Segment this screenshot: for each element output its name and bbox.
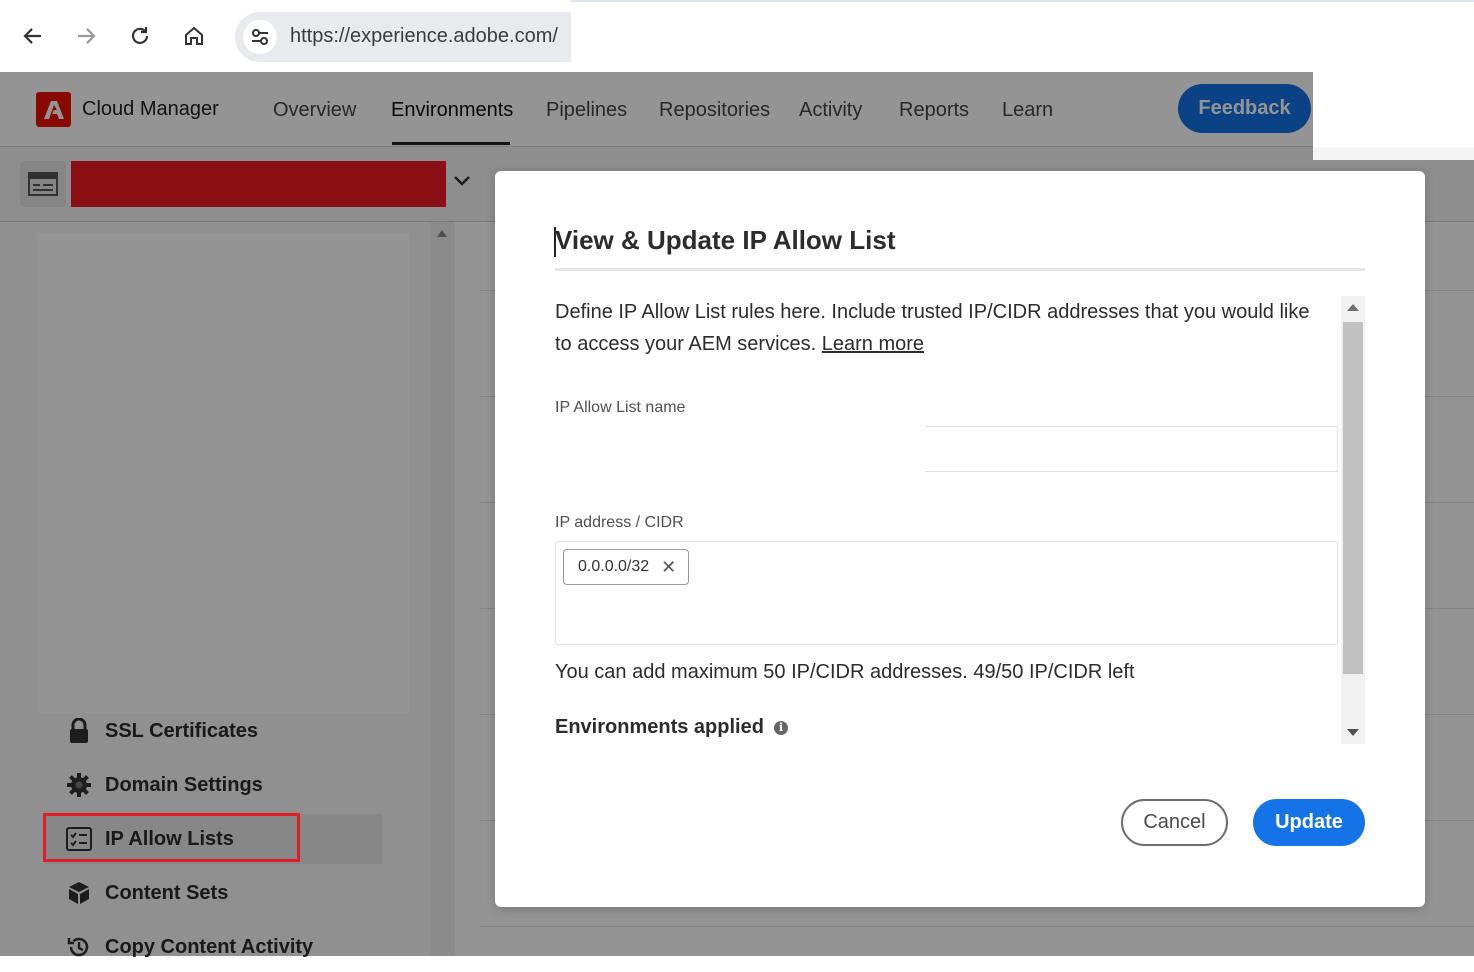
tune-icon bbox=[252, 29, 268, 45]
history-icon bbox=[65, 933, 93, 961]
nav-pipelines[interactable]: Pipelines bbox=[546, 99, 627, 122]
scrollbar-thumb[interactable] bbox=[1343, 322, 1363, 674]
nav-environments[interactable]: Environments bbox=[391, 99, 513, 122]
home-button[interactable] bbox=[178, 20, 210, 52]
sidebar-item-ssl-certificates[interactable]: SSL Certificates bbox=[45, 706, 258, 756]
ip-tag: 0.0.0.0/32 ✕ bbox=[563, 549, 690, 585]
site-info-button[interactable] bbox=[243, 20, 277, 54]
sidebar-item-label: Domain Settings bbox=[105, 773, 263, 796]
nav-repositories[interactable]: Repositories bbox=[659, 99, 770, 122]
scroll-up-icon[interactable] bbox=[1347, 304, 1359, 311]
nav-reports[interactable]: Reports bbox=[899, 99, 969, 122]
program-icon bbox=[20, 161, 66, 207]
ip-allow-list-name-input[interactable] bbox=[925, 426, 1338, 472]
ip-allow-list-dialog: View & Update IP Allow List Define IP Al… bbox=[495, 171, 1425, 907]
environments-applied-heading: Environments applied i bbox=[555, 716, 788, 739]
arrow-right-icon bbox=[78, 28, 96, 44]
gear-icon bbox=[65, 771, 93, 799]
address-bar[interactable]: https://experience.adobe.com/ bbox=[235, 12, 571, 62]
scroll-down-icon[interactable] bbox=[1347, 729, 1359, 736]
forward-button[interactable] bbox=[70, 20, 102, 52]
description-text: Define IP Allow List rules here. Include… bbox=[555, 301, 1310, 355]
reload-button[interactable] bbox=[124, 20, 156, 52]
active-tab-indicator bbox=[392, 142, 510, 145]
dialog-title: View & Update IP Allow List bbox=[555, 225, 896, 255]
boxes-icon bbox=[65, 879, 93, 907]
redacted-program-name bbox=[71, 161, 446, 207]
ip-cidr-label: IP address / CIDR bbox=[555, 514, 684, 531]
arrow-left-icon bbox=[23, 28, 41, 44]
dialog-divider bbox=[555, 268, 1365, 271]
name-label: IP Allow List name bbox=[555, 399, 686, 416]
annotation-highlight bbox=[43, 813, 300, 862]
sidebar-item-label: Content Sets bbox=[105, 881, 229, 904]
nav-activity[interactable]: Activity bbox=[799, 99, 862, 122]
environments-applied-label: Environments applied bbox=[555, 716, 764, 738]
home-icon bbox=[185, 26, 203, 45]
sidebar-item-label: SSL Certificates bbox=[105, 719, 259, 742]
back-button[interactable] bbox=[17, 20, 49, 52]
lock-icon bbox=[65, 717, 93, 745]
update-button[interactable]: Update bbox=[1253, 799, 1365, 846]
close-icon[interactable]: ✕ bbox=[661, 557, 676, 578]
url-text[interactable]: https://experience.adobe.com/ bbox=[290, 25, 558, 48]
dialog-body: Define IP Allow List rules here. Include… bbox=[555, 296, 1340, 746]
sidebar-item-copy-content-activity[interactable]: Copy Content Activity bbox=[45, 922, 313, 972]
feedback-button[interactable]: Feedback bbox=[1178, 84, 1311, 133]
tab-strip-edge bbox=[571, 0, 1474, 2]
dialog-description: Define IP Allow List rules here. Include… bbox=[555, 296, 1315, 360]
app-name[interactable]: Cloud Manager bbox=[82, 98, 219, 121]
sidebar-scrollbar[interactable] bbox=[430, 222, 455, 956]
redacted-panel bbox=[38, 233, 409, 713]
adobe-logo-icon[interactable] bbox=[36, 92, 71, 127]
dialog-scrollbar[interactable] bbox=[1341, 296, 1365, 744]
info-icon[interactable]: i bbox=[773, 720, 788, 735]
app-header: Cloud Manager Overview Environments Pipe… bbox=[0, 72, 1313, 147]
ip-cidr-input[interactable]: 0.0.0.0/32 ✕ bbox=[555, 541, 1338, 645]
ip-tag-value: 0.0.0.0/32 bbox=[578, 558, 650, 575]
sidebar-item-label: Copy Content Activity bbox=[105, 935, 314, 958]
ip-limit-text: You can add maximum 50 IP/CIDR addresses… bbox=[555, 661, 1135, 683]
sidebar-item-domain-settings[interactable]: Domain Settings bbox=[45, 760, 263, 810]
nav-learn[interactable]: Learn bbox=[1002, 99, 1053, 122]
nav-overview[interactable]: Overview bbox=[273, 99, 356, 122]
sidebar-item-content-sets[interactable]: Content Sets bbox=[45, 868, 228, 918]
reload-icon bbox=[131, 27, 149, 44]
browser-toolbar: https://experience.adobe.com/ bbox=[0, 0, 1474, 72]
cancel-button[interactable]: Cancel bbox=[1121, 799, 1228, 846]
learn-more-link[interactable]: Learn more bbox=[822, 333, 924, 355]
chevron-down-icon[interactable] bbox=[453, 175, 471, 187]
